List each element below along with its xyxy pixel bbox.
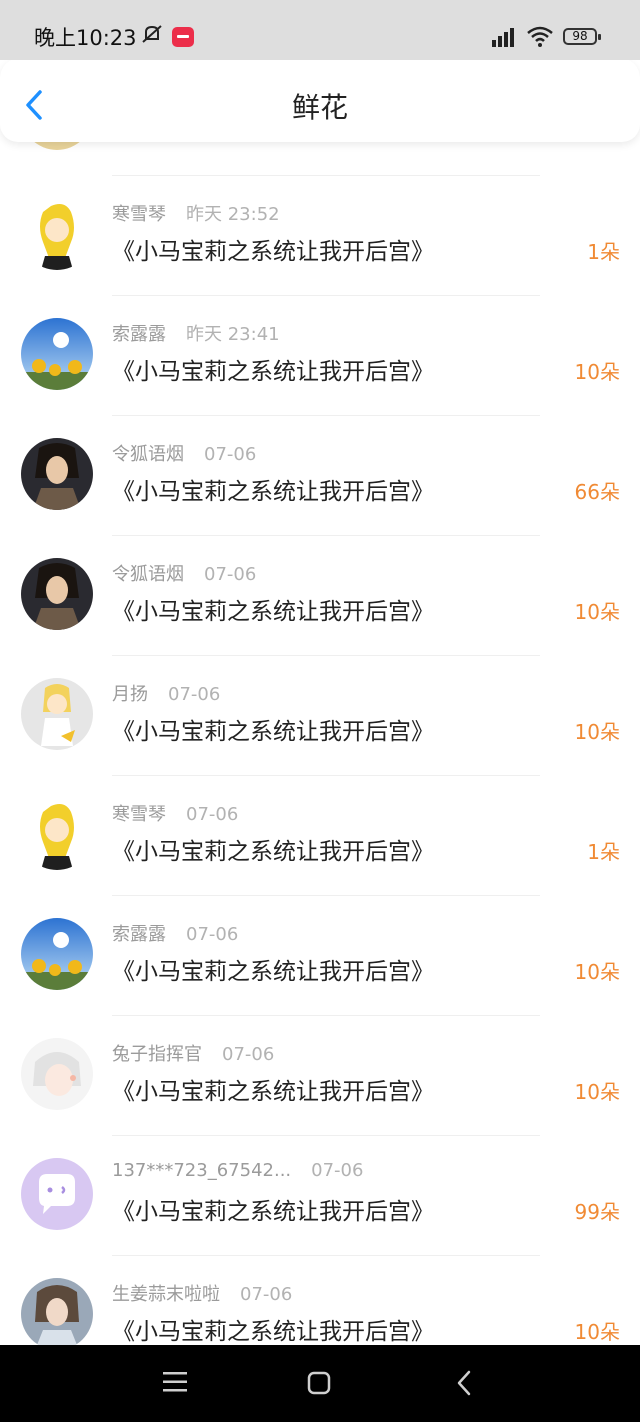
book-title: 《小马宝莉之系统让我开后宫》: [112, 1319, 434, 1345]
username: 寒雪琴: [112, 804, 166, 825]
system-nav-bar: [0, 1345, 640, 1422]
home-icon[interactable]: [307, 1371, 331, 1395]
item-meta: 索露露 07-06: [112, 920, 238, 946]
avatar: [21, 438, 93, 510]
menu-icon[interactable]: [163, 1371, 187, 1393]
username: 137***723_67542...: [112, 1160, 292, 1181]
list-item[interactable]: 137***723_67542... 07-06 《小马宝莉之系统让我开后宫》 9…: [0, 1136, 640, 1256]
flower-count: 99朵: [574, 1200, 620, 1224]
status-time: 晚上10:23: [34, 26, 137, 50]
flower-count: 1朵: [587, 840, 620, 864]
book-title: 《小马宝莉之系统让我开后宫》: [112, 719, 434, 745]
item-meta: 寒雪琴 昨天 23:52: [112, 200, 280, 226]
avatar: [21, 1278, 93, 1345]
avatar: [21, 918, 93, 990]
timestamp: 昨天 23:52: [186, 204, 280, 225]
timestamp: 07-06: [186, 804, 239, 825]
list-item[interactable]: 寒雪琴 07-06 《小马宝莉之系统让我开后宫》 1朵: [0, 776, 640, 896]
avatar: [21, 798, 93, 870]
flower-count: 66朵: [574, 480, 620, 504]
timestamp: 昨天 23:41: [186, 324, 280, 345]
battery-icon: 98: [563, 28, 601, 45]
timestamp: 07-06: [168, 684, 221, 705]
book-title: 《小马宝莉之系统让我开后宫》: [112, 479, 434, 505]
username: 生姜蒜末啦啦: [112, 1284, 220, 1305]
username: 兔子指挥官: [112, 1044, 202, 1065]
status-bar: 晚上10:23 98: [0, 0, 640, 60]
username: 索露露: [112, 324, 166, 345]
avatar: [21, 318, 93, 390]
book-title: 《小马宝莉之系统让我开后宫》: [112, 959, 434, 985]
flower-count: 10朵: [574, 1080, 620, 1104]
avatar: [21, 1038, 93, 1110]
timestamp: 07-06: [204, 444, 257, 465]
book-title: 《小马宝莉之系统让我开后宫》: [112, 239, 434, 265]
flower-count: 10朵: [574, 720, 620, 744]
book-title: 《小马宝莉之系统让我开后宫》: [112, 839, 434, 865]
timestamp: 07-06: [186, 924, 239, 945]
flower-list: 寒雪琴 昨天 23:52 《小马宝莉之系统让我开后宫》 1朵 索露露 昨天 23:4…: [0, 0, 640, 1345]
item-meta: 令狐语烟 07-06: [112, 560, 256, 586]
avatar: [21, 198, 93, 270]
flower-count: 10朵: [574, 600, 620, 624]
avatar: [21, 678, 93, 750]
avatar: [21, 1158, 93, 1230]
back-icon[interactable]: [455, 1369, 473, 1397]
list-item[interactable]: 月扬 07-06 《小马宝莉之系统让我开后宫》 10朵: [0, 656, 640, 776]
book-title: 《小马宝莉之系统让我开后宫》: [112, 359, 434, 385]
item-meta: 生姜蒜末啦啦 07-06: [112, 1280, 292, 1306]
list-item[interactable]: 生姜蒜末啦啦 07-06 《小马宝莉之系统让我开后宫》 10朵: [0, 1256, 640, 1345]
timestamp: 07-06: [204, 564, 257, 585]
list-item[interactable]: 令狐语烟 07-06 《小马宝莉之系统让我开后宫》 10朵: [0, 536, 640, 656]
flower-count: 1朵: [587, 240, 620, 264]
timestamp: 07-06: [222, 1044, 275, 1065]
item-meta: 月扬 07-06: [112, 680, 220, 706]
list-item[interactable]: 兔子指挥官 07-06 《小马宝莉之系统让我开后宫》 10朵: [0, 1016, 640, 1136]
page-title: 鲜花: [291, 91, 348, 124]
list-item[interactable]: 寒雪琴 昨天 23:52 《小马宝莉之系统让我开后宫》 1朵: [0, 176, 640, 296]
mute-bell-icon: [142, 25, 162, 43]
book-title: 《小马宝莉之系统让我开后宫》: [112, 1199, 434, 1225]
flower-count: 10朵: [574, 360, 620, 384]
list-item[interactable]: 索露露 昨天 23:41 《小马宝莉之系统让我开后宫》 10朵: [0, 296, 640, 416]
username: 令狐语烟: [112, 564, 184, 585]
flower-count: 10朵: [574, 1320, 620, 1344]
username: 月扬: [112, 684, 148, 705]
book-title: 《小马宝莉之系统让我开后宫》: [112, 1079, 434, 1105]
list-item[interactable]: 索露露 07-06 《小马宝莉之系统让我开后宫》 10朵: [0, 896, 640, 1016]
header: 鲜花: [0, 58, 640, 142]
book-title: 《小马宝莉之系统让我开后宫》: [112, 599, 434, 625]
avatar: [21, 558, 93, 630]
username: 寒雪琴: [112, 204, 166, 225]
username: 令狐语烟: [112, 444, 184, 465]
app-notification-icon: [172, 27, 194, 47]
item-meta: 兔子指挥官 07-06: [112, 1040, 274, 1066]
timestamp: 07-06: [311, 1160, 364, 1181]
item-meta: 令狐语烟 07-06: [112, 440, 256, 466]
item-meta: 索露露 昨天 23:41: [112, 320, 280, 346]
timestamp: 07-06: [240, 1284, 293, 1305]
wifi-icon: [527, 26, 553, 47]
list-item[interactable]: 令狐语烟 07-06 《小马宝莉之系统让我开后宫》 66朵: [0, 416, 640, 536]
item-meta: 寒雪琴 07-06: [112, 800, 238, 826]
signal-icon: [492, 28, 514, 47]
battery-level: 98: [572, 29, 588, 43]
item-meta: 137***723_67542... 07-06: [112, 1160, 363, 1181]
flower-count: 10朵: [574, 960, 620, 984]
username: 索露露: [112, 924, 166, 945]
